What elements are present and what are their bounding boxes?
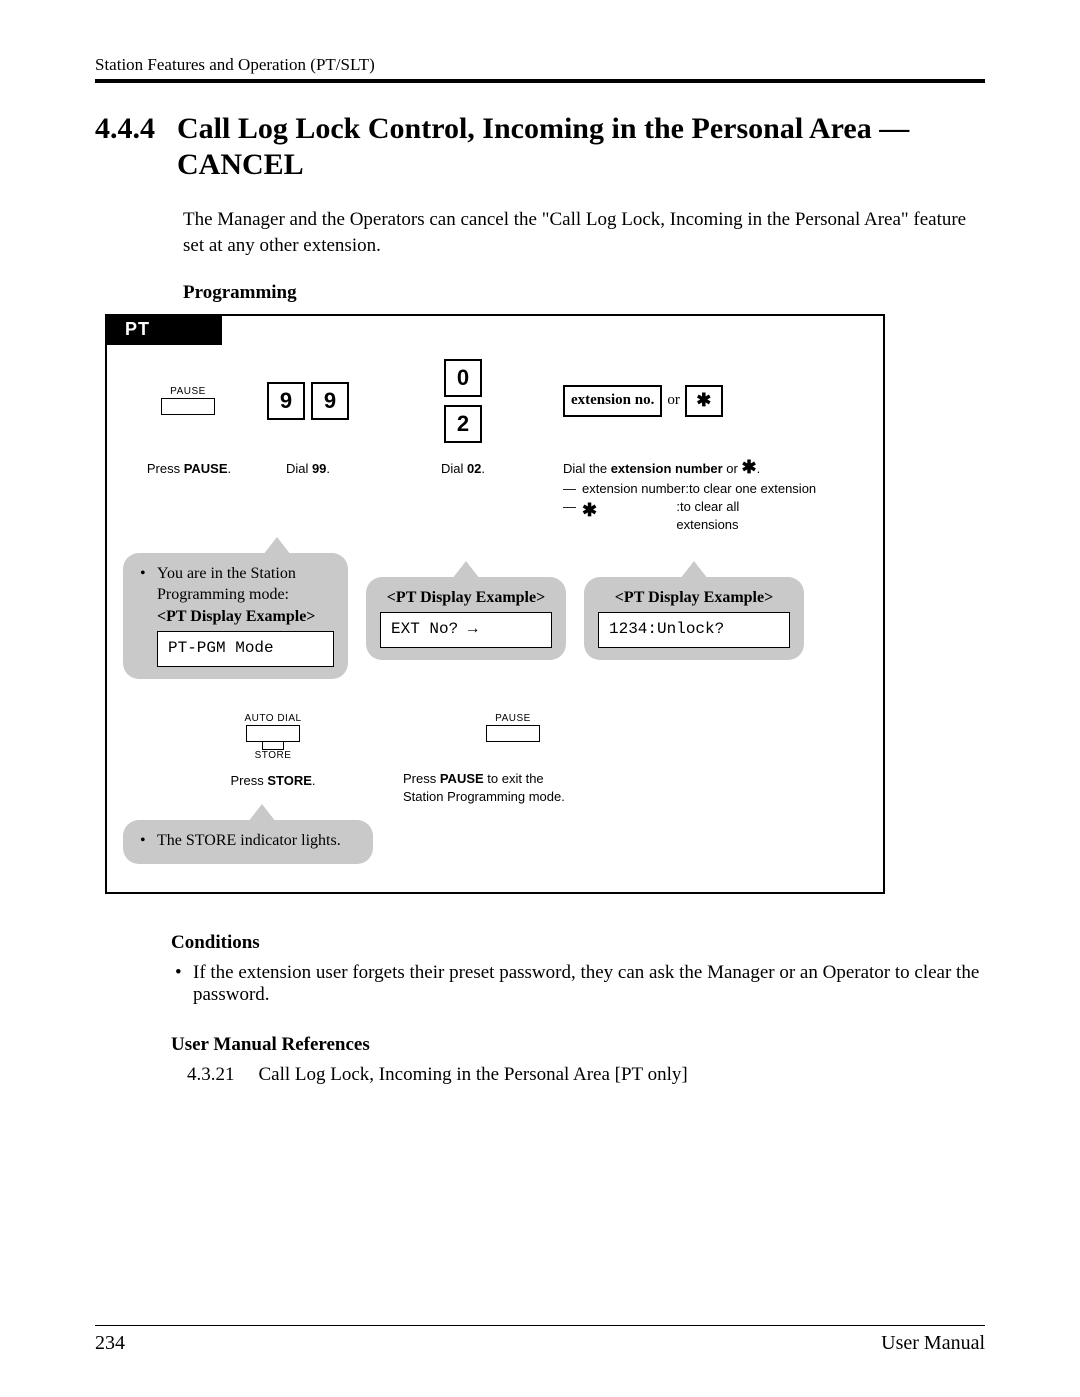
section-title-line2: CANCEL: [177, 148, 304, 181]
footer-rule: [95, 1325, 985, 1326]
references-section: User Manual References 4.3.21 Call Log L…: [171, 1034, 985, 1086]
callout-store-indicator: The STORE indicator lights.: [123, 820, 373, 864]
pause-key-group: PAUSE: [123, 386, 253, 415]
header-rule: [95, 79, 985, 83]
t: or: [723, 461, 742, 476]
page-number: 234: [95, 1332, 125, 1355]
conditions-section: Conditions If the extension user forgets…: [171, 932, 985, 1006]
programming-diagram: PT PAUSE 9 9 0 2 extension no. or: [105, 314, 885, 894]
dial-ext-caption: Dial the extension number or ✱. —extensi…: [563, 455, 816, 535]
t: extension number: [582, 481, 685, 496]
diagram-tab: PT: [107, 316, 222, 345]
t: Programming mode:: [157, 586, 289, 603]
references-heading: User Manual References: [171, 1034, 985, 1056]
display-ptpgm: PT-PGM Mode: [157, 631, 334, 667]
digit-2: 2: [444, 405, 482, 443]
ext-or-star: extension no. or ✱: [563, 385, 823, 417]
press-store-caption: Press STORE.: [230, 773, 315, 788]
conditions-heading: Conditions: [171, 932, 985, 954]
t: <PT Display Example>: [615, 589, 773, 606]
t: Press: [147, 461, 184, 476]
t: <PT Display Example>: [157, 608, 315, 625]
running-header: Station Features and Operation (PT/SLT): [95, 55, 985, 75]
t: Press: [403, 771, 440, 786]
pause-label-2: PAUSE: [495, 713, 531, 724]
page: Station Features and Operation (PT/SLT) …: [0, 0, 1080, 1397]
star-button: ✱: [685, 385, 723, 417]
display-extno: EXT No? →: [380, 612, 552, 648]
section-heading: 4.4.4 Call Log Lock Control, Incoming in…: [95, 111, 985, 183]
t: STORE: [267, 773, 312, 788]
digit-0: 0: [444, 359, 482, 397]
press-pause-caption: Press PAUSE.: [147, 461, 231, 476]
star-icon: ✱: [741, 457, 756, 477]
store-key-group: AUTO DIAL STORE Press STORE.: [123, 713, 363, 788]
t: Dial the: [563, 461, 611, 476]
t: Station Programming mode.: [403, 789, 565, 804]
pause-key-icon-2: [486, 725, 540, 742]
doc-title-footer: User Manual: [881, 1332, 985, 1355]
pause-label: PAUSE: [170, 386, 206, 397]
intro-paragraph: The Manager and the Operators can cancel…: [183, 207, 985, 258]
t: You are in the Station: [157, 565, 296, 582]
autodial-label: AUTO DIAL: [244, 713, 301, 724]
conditions-item: If the extension user forgets their pres…: [193, 962, 985, 1006]
store-key-icon: [246, 725, 300, 742]
store-label: STORE: [255, 750, 292, 761]
extension-no-button: extension no.: [563, 385, 662, 417]
t: .: [481, 461, 485, 476]
t: .: [757, 461, 761, 476]
pause-key-icon: [161, 398, 215, 415]
t: The STORE indicator lights.: [137, 830, 359, 852]
t: .: [228, 461, 232, 476]
star-icon: ✱: [696, 390, 711, 411]
or-text: or: [667, 392, 680, 409]
display-unlock: 1234:Unlock?: [598, 612, 790, 648]
press-pause-exit-caption: Press PAUSE to exit the Station Programm…: [403, 770, 583, 806]
t: .: [326, 461, 330, 476]
section-number: 4.4.4: [95, 111, 155, 183]
t: PAUSE: [184, 461, 228, 476]
section-title: Call Log Lock Control, Incoming in the P…: [177, 111, 909, 183]
callout-extno: <PT Display Example> EXT No? →: [366, 577, 566, 660]
callout-station-mode: You are in the Station Programming mode:…: [123, 553, 348, 679]
callout-unlock: <PT Display Example> 1234:Unlock?: [584, 577, 804, 660]
digits-99: 9 9: [253, 382, 363, 420]
pause-exit-group: PAUSE Press PAUSE to exit the Station Pr…: [383, 713, 643, 806]
dial-02-caption: Dial 02.: [441, 461, 485, 476]
t: 99: [312, 461, 326, 476]
t: Dial: [441, 461, 467, 476]
reference-number: 4.3.21: [187, 1064, 235, 1086]
reference-text: Call Log Lock, Incoming in the Personal …: [259, 1064, 688, 1086]
digit-9a: 9: [267, 382, 305, 420]
t: <PT Display Example>: [387, 589, 545, 606]
t: Press: [230, 773, 267, 788]
dial-99-caption: Dial 99.: [286, 461, 330, 476]
t: :to clear all extensions: [676, 498, 792, 534]
page-footer: 234 User Manual: [95, 1325, 985, 1355]
section-body: The Manager and the Operators can cancel…: [183, 207, 985, 306]
diagram-inner: PAUSE 9 9 0 2 extension no. or ✱: [107, 345, 883, 892]
t: :to clear one extension: [685, 481, 816, 496]
reference-row: 4.3.21 Call Log Lock, Incoming in the Pe…: [187, 1064, 985, 1086]
section-title-line1: Call Log Lock Control, Incoming in the P…: [177, 112, 909, 145]
digits-02: 0 2: [363, 359, 563, 443]
digit-9b: 9: [311, 382, 349, 420]
t: PAUSE: [440, 771, 484, 786]
t: extension number: [611, 461, 723, 476]
store-key-icon-bottom: [262, 741, 284, 750]
star-icon: ✱: [582, 498, 676, 534]
t: to exit the: [484, 771, 544, 786]
programming-heading: Programming: [183, 280, 985, 306]
t: 02: [467, 461, 481, 476]
t: .: [312, 773, 316, 788]
t: Dial: [286, 461, 312, 476]
